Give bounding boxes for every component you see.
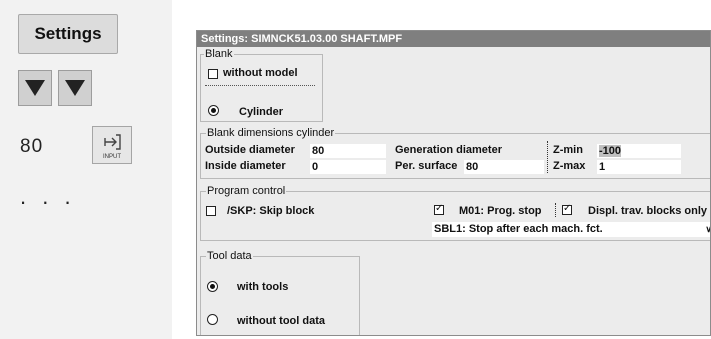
displ-trav-label: Displ. trav. blocks only <box>588 205 707 217</box>
without-model-checkbox[interactable] <box>208 69 218 79</box>
zmax-field[interactable]: 1 <box>597 160 681 174</box>
per-surface-label: Per. surface <box>395 160 458 172</box>
sbl-select[interactable]: SBL1: Stop after each mach. fct. ∨ <box>432 222 710 237</box>
input-key-button[interactable]: INPUT <box>92 126 132 164</box>
dims-separator <box>547 141 548 173</box>
inside-diameter-label: Inside diameter <box>205 160 286 172</box>
program-control-legend: Program control <box>206 185 287 197</box>
cylinder-label: Cylinder <box>239 106 284 118</box>
more-options-indicator[interactable]: . . . <box>20 186 76 208</box>
cylinder-radio[interactable] <box>208 105 219 116</box>
arrow-down-button-1[interactable] <box>18 70 52 106</box>
skip-block-checkbox[interactable] <box>206 206 216 216</box>
with-tools-label: with tools <box>237 281 289 293</box>
arrow-down-icon <box>25 80 45 96</box>
dialog-title: Settings: SIMNCK51.03.00 SHAFT.MPF <box>197 31 710 47</box>
displ-trav-checkbox[interactable] <box>562 203 572 215</box>
per-surface-field[interactable]: 80 <box>464 160 544 174</box>
tool-data-legend: Tool data <box>206 250 253 262</box>
zmin-label: Z-min <box>553 144 583 156</box>
m01-label: M01: Prog. stop <box>459 205 542 217</box>
without-tool-data-label: without tool data <box>237 315 325 327</box>
input-arrow-icon <box>104 134 121 150</box>
outside-diameter-field[interactable]: 80 <box>310 144 386 158</box>
settings-dialog: Settings: SIMNCK51.03.00 SHAFT.MPF Blank… <box>196 30 711 336</box>
sbl-select-value: SBL1: Stop after each mach. fct. <box>434 223 603 235</box>
input-value-display[interactable]: 80 <box>20 136 43 158</box>
m01-checkbox[interactable] <box>434 203 444 215</box>
zmin-value: -100 <box>599 145 622 157</box>
outside-diameter-label: Outside diameter <box>205 144 295 156</box>
settings-button[interactable]: Settings <box>18 14 118 54</box>
input-key-label: INPUT <box>103 154 121 160</box>
arrow-down-icon <box>65 80 85 96</box>
focus-separator <box>205 85 315 86</box>
generation-diameter-label: Generation diameter <box>395 144 502 156</box>
zmin-field[interactable]: -100 <box>597 144 681 158</box>
blank-legend: Blank <box>204 48 234 60</box>
zmax-label: Z-max <box>553 160 586 172</box>
program-separator <box>555 203 556 217</box>
blank-dimensions-legend: Blank dimensions cylinder <box>206 127 336 139</box>
chevron-down-icon: ∨ <box>705 222 710 236</box>
inside-diameter-field[interactable]: 0 <box>310 160 386 174</box>
without-tool-data-radio[interactable] <box>207 314 218 325</box>
skip-block-label: /SKP: Skip block <box>227 205 315 217</box>
without-model-label: without model <box>223 67 298 79</box>
with-tools-radio[interactable] <box>207 281 218 292</box>
arrow-down-button-2[interactable] <box>58 70 92 106</box>
